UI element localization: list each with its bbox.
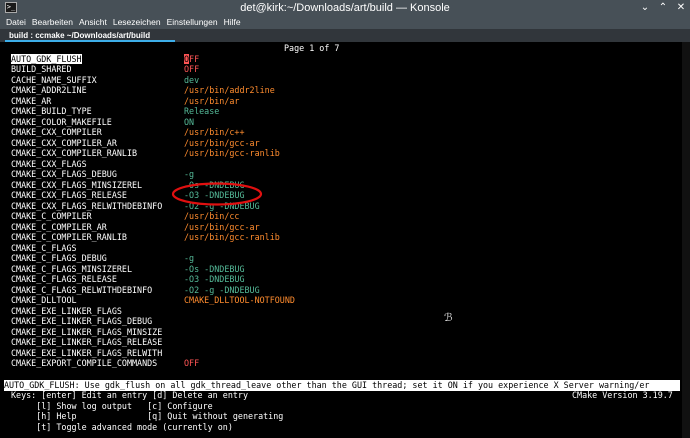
cache-entry-value[interactable]: -g xyxy=(184,253,194,264)
cache-entry-key[interactable]: CMAKE_CXX_FLAGS xyxy=(11,159,87,170)
cache-entry-value[interactable]: /usr/bin/ar xyxy=(184,96,239,107)
cache-entry-value[interactable]: /usr/bin/gcc-ranlib xyxy=(184,232,280,243)
cache-entry-key[interactable]: CMAKE_AR xyxy=(11,96,51,107)
cache-entry-value[interactable]: dev xyxy=(184,75,199,86)
cache-entry-key[interactable]: AUTO_GDK_FLUSH xyxy=(11,54,82,65)
window-title: det@kirk:~/Downloads/art/build — Konsole xyxy=(240,2,450,14)
keys-line-3: [h] Help [q] Quit without generating xyxy=(11,411,283,422)
page-indicator: Page 1 of 7 xyxy=(284,43,339,53)
cache-entry-key[interactable]: CMAKE_CXX_COMPILER xyxy=(11,127,102,138)
keys-line-1: Keys: [enter] Edit an entry [d] Delete a… xyxy=(11,390,248,401)
cache-entry-value[interactable]: -O3 -DNDEBUG xyxy=(184,274,245,285)
cache-entry-value[interactable]: /usr/bin/gcc-ar xyxy=(184,138,260,149)
minimize-icon[interactable]: ⌄ xyxy=(640,0,650,16)
cache-entry-key[interactable]: CMAKE_CXX_FLAGS_RELEASE xyxy=(11,190,127,201)
cache-entry-value[interactable]: Release xyxy=(184,106,219,117)
cache-entry-key[interactable]: CMAKE_CXX_FLAGS_MINSIZEREL xyxy=(11,180,142,191)
cache-entry-key[interactable]: CMAKE_EXE_LINKER_FLAGS_MINSIZE xyxy=(11,327,162,338)
cache-entry-value[interactable]: /usr/bin/addr2line xyxy=(184,85,275,96)
terminal-scrollbar[interactable] xyxy=(682,42,690,438)
keys-line-2: [l] Show log output [c] Configure xyxy=(11,401,213,412)
cache-entry-value[interactable]: -g xyxy=(184,169,194,180)
window-titlebar[interactable]: >_ det@kirk:~/Downloads/art/build — Kons… xyxy=(0,0,690,16)
close-icon[interactable]: ✕ xyxy=(676,0,686,16)
tab-bar: build : ccmake ~/Downloads/art/build xyxy=(0,29,690,42)
cache-entry-key[interactable]: CMAKE_C_FLAGS_DEBUG xyxy=(11,253,107,264)
cache-entry-key[interactable]: CMAKE_C_COMPILER_AR xyxy=(11,222,107,233)
cache-entry-key[interactable]: CMAKE_C_FLAGS_RELEASE xyxy=(11,274,117,285)
cache-entry-value[interactable]: /usr/bin/gcc-ar xyxy=(184,222,260,233)
mouse-ibeam-cursor-icon: ℬ xyxy=(444,312,450,323)
cache-entry-key[interactable]: CMAKE_EXPORT_COMPILE_COMMANDS xyxy=(11,358,157,369)
cache-entry-value[interactable]: /usr/bin/cc xyxy=(184,211,239,222)
cache-entry-key[interactable]: CMAKE_C_FLAGS_MINSIZEREL xyxy=(11,264,132,275)
cache-entry-value[interactable]: -Os -DNDEBUG xyxy=(184,180,245,191)
cache-entry-value[interactable]: CMAKE_DLLTOOL-NOTFOUND xyxy=(184,295,295,306)
cache-entry-value[interactable]: OFF xyxy=(184,358,199,369)
maximize-icon[interactable]: ⌃ xyxy=(658,0,668,16)
cache-entry-key[interactable]: CMAKE_EXE_LINKER_FLAGS_DEBUG xyxy=(11,316,152,327)
cache-entry-key[interactable]: CMAKE_C_FLAGS xyxy=(11,243,77,254)
konsole-app-icon[interactable]: >_ xyxy=(5,2,17,13)
terminal-view[interactable]: Page 1 of 7 AUTO_GDK_FLUSH OFF BUILD_SHARE… xyxy=(0,42,682,438)
menu-hilfe[interactable]: Hilfe xyxy=(224,16,241,29)
cache-entry-value[interactable]: -Os -DNDEBUG xyxy=(184,264,245,275)
cache-entry-value[interactable]: -O3 -DNDEBUG xyxy=(184,190,245,201)
window-controls: ⌄ ⌃ ✕ xyxy=(640,0,686,16)
cache-entry-key[interactable]: CMAKE_COLOR_MAKEFILE xyxy=(11,117,112,128)
cache-entry-value[interactable]: /usr/bin/gcc-ranlib xyxy=(184,148,280,159)
cache-entry-value[interactable]: ON xyxy=(184,117,194,128)
cache-entry-key[interactable]: CMAKE_C_COMPILER xyxy=(11,211,92,222)
cache-entry-key[interactable]: CMAKE_CXX_COMPILER_RANLIB xyxy=(11,148,137,159)
cache-entry-key[interactable]: CMAKE_CXX_FLAGS_DEBUG xyxy=(11,169,117,180)
cache-entry-key[interactable]: CMAKE_EXE_LINKER_FLAGS_RELEASE xyxy=(11,337,162,348)
menu-einstellungen[interactable]: Einstellungen xyxy=(167,16,218,29)
cache-entry-value[interactable]: OFF xyxy=(184,64,199,75)
cache-entry-key[interactable]: CMAKE_CXX_FLAGS_RELWITHDEBINFO xyxy=(11,201,162,212)
entry-help-text: AUTO_GDK_FLUSH: Use gdk_flush on all gdk… xyxy=(4,380,680,391)
menu-ansicht[interactable]: Ansicht xyxy=(79,16,107,29)
cache-entry-key[interactable]: CMAKE_C_COMPILER_RANLIB xyxy=(11,232,127,243)
cache-entry-key[interactable]: CMAKE_CXX_COMPILER_AR xyxy=(11,138,117,149)
cache-entry-value[interactable]: OFF xyxy=(184,54,199,65)
cache-entry-key[interactable]: CMAKE_ADDR2LINE xyxy=(11,85,87,96)
cache-entry-key[interactable]: CMAKE_C_FLAGS_RELWITHDEBINFO xyxy=(11,285,152,296)
cache-entry-key[interactable]: CMAKE_EXE_LINKER_FLAGS xyxy=(11,306,122,317)
cache-entry-value-rest: FF xyxy=(189,54,199,64)
cache-entry-value[interactable]: -O2 -g -DNDEBUG xyxy=(184,285,260,296)
keys-line-4: [t] Toggle advanced mode (currently on) xyxy=(11,422,233,433)
menubar: Datei Bearbeiten Ansicht Lesezeichen Einstel… xyxy=(0,16,690,29)
cache-entry-key[interactable]: CMAKE_EXE_LINKER_FLAGS_RELWITH xyxy=(11,348,162,359)
cache-entry-value[interactable]: /usr/bin/c++ xyxy=(184,127,245,138)
cmake-version: CMake Version 3.19.7 xyxy=(572,390,673,401)
menu-datei[interactable]: Datei xyxy=(6,16,26,29)
menu-lesezeichen[interactable]: Lesezeichen xyxy=(113,16,161,29)
cache-entry-value[interactable]: -O2 -g -DNDEBUG xyxy=(184,201,260,212)
cache-entry-key[interactable]: CMAKE_BUILD_TYPE xyxy=(11,106,92,117)
cache-entry-key[interactable]: CMAKE_DLLTOOL xyxy=(11,295,77,306)
menu-bearbeiten[interactable]: Bearbeiten xyxy=(32,16,73,29)
cache-entry-key[interactable]: CACHE_NAME_SUFFIX xyxy=(11,75,97,86)
cache-entry-key[interactable]: BUILD_SHARED xyxy=(11,64,72,75)
